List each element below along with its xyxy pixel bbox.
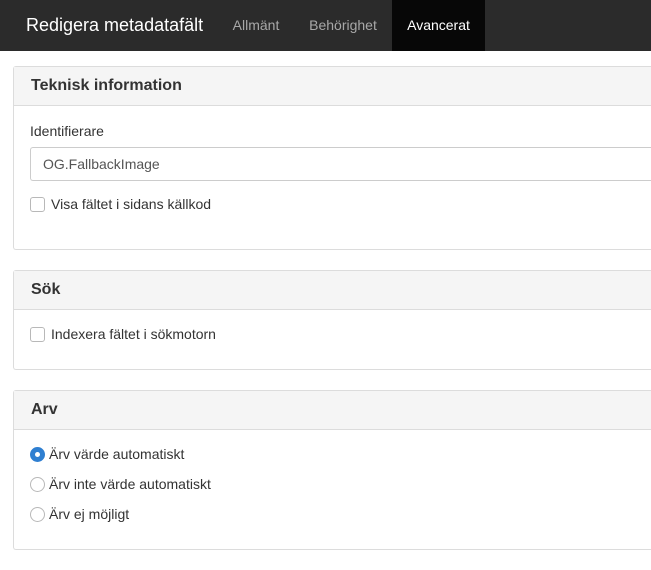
index-field-label: Indexera fältet i sökmotorn xyxy=(51,326,216,342)
main-content: Teknisk information Identifierare Visa f… xyxy=(0,51,651,570)
no-auto-inherit-radio[interactable] xyxy=(30,476,45,492)
index-field-option[interactable]: Indexera fältet i sökmotorn xyxy=(30,326,216,342)
tab-allmant[interactable]: Allmänt xyxy=(218,0,294,51)
inheritance-panel: Arv Ärv värde automatiskt Ärv inte värde… xyxy=(13,390,651,550)
show-in-source-checkbox[interactable] xyxy=(30,196,45,212)
inherit-impossible-radio[interactable] xyxy=(30,506,45,522)
top-navbar: Redigera metadatafält Allmänt Behörighet… xyxy=(0,0,651,51)
page-title: Redigera metadatafält xyxy=(26,15,204,35)
identifier-input[interactable] xyxy=(30,147,651,181)
show-in-source-label: Visa fältet i sidans källkod xyxy=(51,196,212,212)
no-auto-inherit-option[interactable]: Ärv inte värde automatiskt xyxy=(30,476,211,492)
inherit-impossible-label: Ärv ej möjligt xyxy=(49,506,130,522)
tab-avancerat[interactable]: Avancerat xyxy=(392,0,485,51)
show-in-source-option[interactable]: Visa fältet i sidans källkod xyxy=(30,196,211,212)
inherit-auto-label: Ärv värde automatiskt xyxy=(49,446,185,462)
technical-info-heading: Teknisk information xyxy=(14,67,651,106)
index-field-checkbox[interactable] xyxy=(30,326,45,342)
tab-behorighet[interactable]: Behörighet xyxy=(297,0,389,51)
inherit-impossible-option[interactable]: Ärv ej möjligt xyxy=(30,506,129,522)
inheritance-heading: Arv xyxy=(14,391,651,430)
search-heading: Sök xyxy=(14,271,651,310)
search-panel: Sök Indexera fältet i sökmotorn xyxy=(13,270,651,370)
technical-info-panel: Teknisk information Identifierare Visa f… xyxy=(13,66,651,250)
no-auto-inherit-label: Ärv inte värde automatiskt xyxy=(49,476,211,492)
inherit-auto-option[interactable]: Ärv värde automatiskt xyxy=(30,446,184,462)
inherit-auto-radio[interactable] xyxy=(30,446,45,462)
identifier-label: Identifierare xyxy=(30,123,104,139)
